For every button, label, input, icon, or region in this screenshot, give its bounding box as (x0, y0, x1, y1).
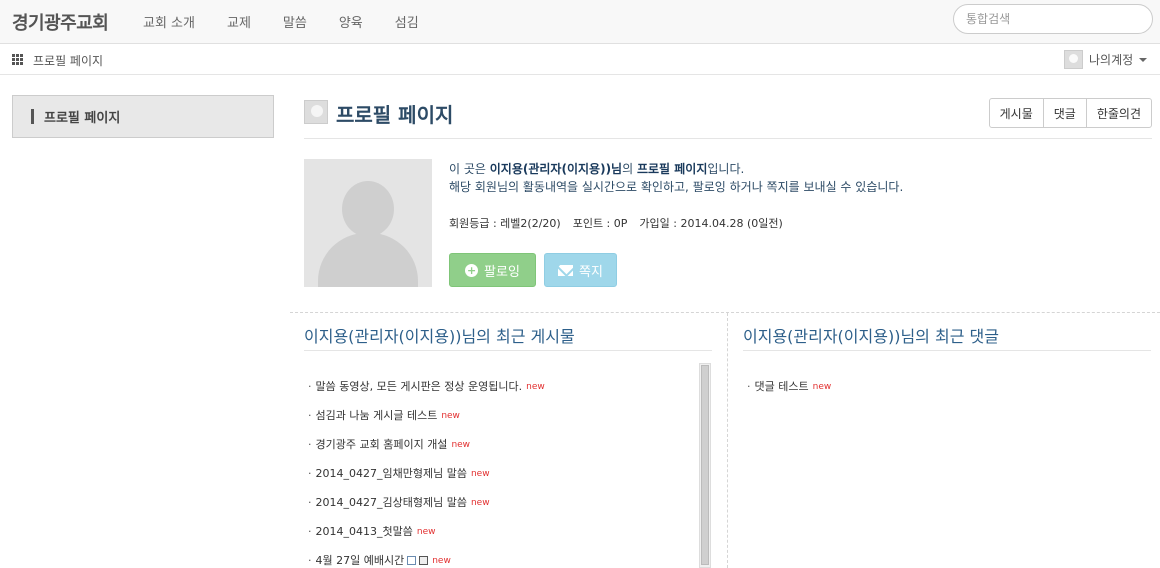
site-logo[interactable]: 경기광주교회 (12, 9, 109, 35)
silhouette-head (342, 181, 394, 237)
file-attachment-icon (419, 556, 429, 565)
active-indicator (31, 109, 34, 124)
grid-menu-icon[interactable] (12, 54, 23, 65)
new-badge: new (432, 555, 451, 566)
new-badge: new (451, 439, 471, 450)
post-link[interactable]: 경기광주 교회 홈페이지 개설 (316, 436, 448, 454)
envelope-icon (558, 264, 574, 276)
message-button[interactable]: 쪽지 (544, 253, 617, 287)
post-link[interactable]: 2014_0413_첫말씀 (316, 523, 413, 541)
bullet: · (747, 379, 751, 393)
recent-posts-underline (304, 350, 712, 351)
my-account-dropdown[interactable]: 나의계정 (1064, 50, 1148, 69)
profile-intro: 이 곳은 이지용(관리자(이지용))님의 프로필 페이지입니다. 해당 회원님의… (449, 160, 903, 196)
intro-line-2: 해당 회원님의 활동내역을 실시간으로 확인하고, 팔로잉 하거나 쪽지를 보내… (449, 180, 904, 194)
post-link[interactable]: 2014_0427_김상태형제님 말씀 (316, 494, 467, 512)
bullet: · (308, 495, 312, 509)
main-menu: 교회 소개 교제 말씀 양육 섬김 (143, 12, 451, 31)
intro-mid: 의 (622, 162, 637, 176)
list-item[interactable]: · 2014_0427_임채만형제님 말씀 new (308, 459, 545, 488)
recent-comments-list: · 댓글 테스트 new (747, 372, 831, 401)
sidebar-item-profile[interactable]: 프로필 페이지 (12, 95, 274, 138)
activity-tab-group: 게시물 댓글 한줄의견 (988, 98, 1152, 128)
list-item[interactable]: · 경기광주 교회 홈페이지 개설 new (308, 430, 545, 459)
member-points: 포인트 : 0P (572, 217, 628, 230)
top-navbar: 경기광주교회 교회 소개 교제 말씀 양육 섬김 (0, 0, 1160, 44)
profile-meta: 회원등급 : 레벨2(2/20) 포인트 : 0P 가입일 : 2014.04.… (449, 215, 795, 231)
new-badge: new (441, 410, 460, 421)
message-label: 쪽지 (579, 264, 603, 280)
post-link[interactable]: 4월 27일 예배시간 (316, 552, 405, 568)
list-item[interactable]: · 섬김과 나눔 게시글 테스트 new (308, 401, 545, 430)
image-attachment-icon (407, 556, 417, 565)
page-title: 프로필 페이지 (336, 103, 454, 127)
recent-comments-underline (743, 350, 1151, 351)
caret-down-icon (1139, 57, 1148, 62)
new-badge: new (470, 468, 490, 479)
sidebar-item-label: 프로필 페이지 (44, 111, 121, 126)
search-input[interactable] (953, 4, 1153, 34)
new-badge: new (526, 381, 545, 392)
post-link[interactable]: 말씀 동영상, 모든 게시판은 정상 운영됩니다. (316, 378, 523, 396)
new-badge: new (470, 497, 490, 508)
post-link[interactable]: 섬김과 나눔 게시글 테스트 (316, 407, 438, 425)
intro-page-name: 프로필 페이지 (636, 162, 708, 176)
bullet: · (308, 553, 312, 567)
my-account-label: 나의계정 (1089, 53, 1134, 67)
comment-link[interactable]: 댓글 테스트 (755, 378, 809, 396)
user-avatar-icon (304, 100, 328, 124)
posts-scrollbar[interactable] (699, 363, 711, 568)
menu-item-fellowship[interactable]: 교제 (227, 12, 251, 31)
member-level: 회원등급 : 레벨2(2/20) (449, 217, 561, 230)
bullet: · (308, 379, 312, 393)
posts-button[interactable]: 게시물 (988, 98, 1044, 128)
profile-photo (304, 159, 432, 287)
section-divider (290, 312, 1160, 313)
intro-user-name: 이지용(관리자(이지용))님 (489, 162, 623, 176)
bullet: · (308, 524, 312, 538)
list-item[interactable]: · 2014_0427_김상태형제님 말씀 new (308, 488, 545, 517)
follow-button[interactable]: + 팔로잉 (449, 253, 536, 287)
post-link[interactable]: 2014_0427_임채만형제님 말씀 (316, 465, 467, 483)
menu-item-service[interactable]: 섬김 (395, 12, 419, 31)
list-item[interactable]: · 말씀 동영상, 모든 게시판은 정상 운영됩니다. new (308, 372, 545, 401)
column-divider (727, 313, 728, 568)
bullet: · (308, 466, 312, 480)
join-date: 가입일 : 2014.04.28 (0일전) (639, 217, 783, 230)
breadcrumb-bar: 프로필 페이지 나의계정 (0, 44, 1160, 75)
follow-label: 팔로잉 (484, 264, 520, 280)
breadcrumb: 프로필 페이지 (33, 54, 104, 68)
list-item[interactable]: · 4월 27일 예배시간 new (308, 546, 545, 568)
scrollbar-thumb[interactable] (701, 365, 709, 565)
menu-item-nurture[interactable]: 양육 (339, 12, 363, 31)
new-badge: new (416, 526, 436, 537)
intro-prefix: 이 곳은 (449, 162, 490, 176)
list-item[interactable]: · 댓글 테스트 new (747, 372, 831, 401)
menu-item-sermon[interactable]: 말씀 (283, 12, 307, 31)
avatar-icon (1064, 50, 1083, 69)
silhouette-body (318, 233, 418, 287)
plus-circle-icon: + (465, 263, 479, 277)
menu-item-about[interactable]: 교회 소개 (143, 12, 195, 31)
intro-line-1: 이 곳은 이지용(관리자(이지용))님의 프로필 페이지입니다. (449, 160, 903, 178)
recent-comments-title: 이지용(관리자(이지용))님의 최근 댓글 (743, 327, 999, 346)
recent-posts-list: · 말씀 동영상, 모든 게시판은 정상 운영됩니다. new · 섬김과 나눔 게시… (308, 372, 545, 568)
comments-button[interactable]: 댓글 (1042, 98, 1087, 128)
new-badge: new (812, 381, 832, 392)
bullet: · (308, 437, 312, 451)
intro-suffix: 입니다. (707, 162, 745, 176)
recent-posts-title: 이지용(관리자(이지용))님의 최근 게시물 (304, 327, 575, 346)
one-line-opinion-button[interactable]: 한줄의견 (1085, 98, 1152, 128)
list-item[interactable]: · 2014_0413_첫말씀 new (308, 517, 545, 546)
page-header: 프로필 페이지 게시물 댓글 한줄의견 (304, 96, 1152, 139)
bullet: · (308, 408, 312, 422)
